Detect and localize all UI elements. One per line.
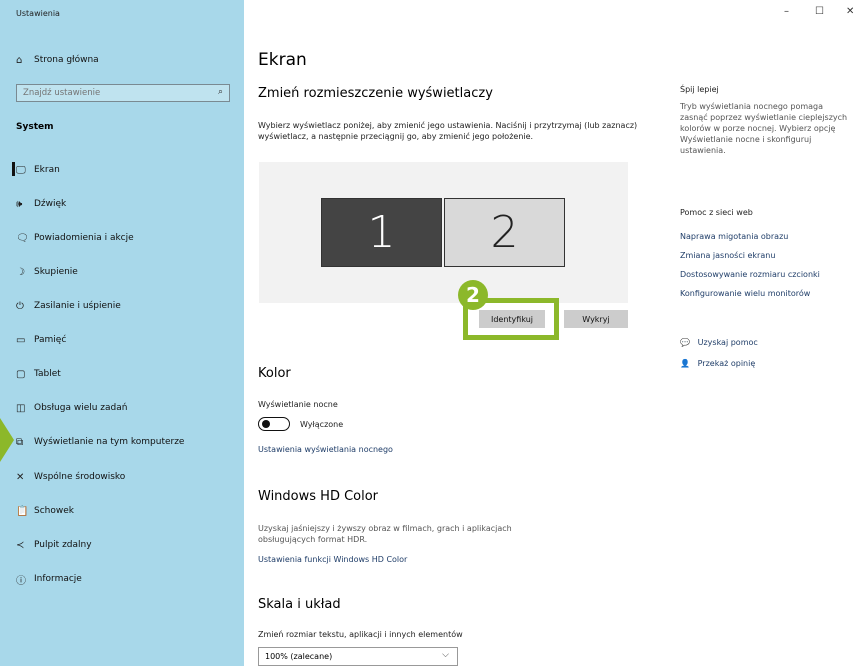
clipboard-icon: 📋	[16, 505, 29, 517]
sidebar-item-info[interactable]: ⓘ Informacje	[16, 571, 82, 587]
home-label: Strona główna	[34, 55, 99, 65]
hdr-description: Uzyskaj jaśniejszy i żywszy obraz w film…	[258, 524, 512, 544]
scale-heading: Skala i układ	[258, 597, 341, 612]
storage-icon: ▭	[16, 334, 26, 346]
help-link-brightness[interactable]: Zmiana jasności ekranu	[680, 251, 775, 260]
sidebar-item-label: Wyświetlanie na tym komputerze	[34, 437, 185, 447]
app-title: Ustawienia	[16, 9, 60, 18]
night-light-state: Wyłączone	[300, 420, 344, 429]
sidebar-item-dzwiek[interactable]: 🕪 Dźwięk	[16, 196, 66, 212]
scale-label: Zmień rozmiar tekstu, aplikacji i innych…	[258, 630, 463, 639]
help-link-flicker[interactable]: Naprawa migotania obrazu	[680, 232, 788, 241]
maximize-button[interactable]: ☐	[815, 6, 824, 17]
search-input[interactable]	[23, 88, 203, 98]
color-heading: Kolor	[258, 366, 291, 381]
sidebar-item-label: Wspólne środowisko	[34, 472, 126, 482]
arrange-heading: Zmień rozmieszczenie wyświetlaczy	[258, 86, 493, 101]
sidebar-item-label: Powiadomienia i akcje	[34, 233, 134, 243]
feedback-row[interactable]: 👤 Przekaż opinię	[680, 358, 755, 369]
sidebar-item-label: Informacje	[34, 574, 82, 584]
multitasking-icon: ◫	[16, 402, 26, 414]
night-light-settings-link[interactable]: Ustawienia wyświetlania nocnego	[258, 445, 393, 454]
night-light-label: Wyświetlanie nocne	[258, 400, 338, 409]
help-link-font-size[interactable]: Dostosowywanie rozmiaru czcionki	[680, 270, 820, 279]
sidebar-item-label: Dźwięk	[34, 199, 67, 209]
hdr-heading: Windows HD Color	[258, 489, 379, 504]
sidebar-item-label: Pulpit zdalny	[34, 540, 92, 550]
feedback-icon: 👤	[680, 359, 690, 368]
help-link-monitors[interactable]: Konfigurowanie wielu monitorów	[680, 289, 810, 298]
hdr-settings-link[interactable]: Ustawienia funkcji Windows HD Color	[258, 555, 407, 564]
tablet-icon: ▢	[16, 368, 26, 380]
sidebar-item-shared[interactable]: ✕ Wspólne środowisko	[16, 469, 125, 485]
page-title: Ekran	[258, 50, 307, 70]
sidebar-item-remote[interactable]: ≺ Pulpit zdalny	[16, 537, 92, 553]
help-title: Pomoc z sieci web	[680, 208, 753, 217]
minimize-button[interactable]: –	[784, 6, 789, 17]
section-title: System	[16, 122, 54, 132]
arrange-description: Wybierz wyświetlacz poniżej, aby zmienić…	[258, 121, 638, 141]
scale-dropdown[interactable]: 100% (zalecane) ⌵	[258, 647, 458, 666]
sleep-description: Tryb wyświetlania nocnego pomaga zasnąć …	[680, 102, 848, 155]
home-icon: ⌂	[16, 54, 23, 66]
speaker-icon: 🕪	[16, 198, 23, 210]
sidebar-item-zasilanie[interactable]: ⏻ Zasilanie i uśpienie	[16, 298, 121, 314]
sidebar-item-multitasking[interactable]: ◫ Obsługa wielu zadań	[16, 400, 127, 416]
chevron-down-icon: ⌵	[442, 650, 449, 660]
sidebar-item-label: Ekran	[34, 165, 60, 175]
power-icon: ⏻	[16, 300, 24, 312]
step-badge: 2	[458, 280, 488, 310]
search-box[interactable]: ⌕	[16, 84, 230, 102]
shared-experience-icon: ✕	[16, 471, 25, 483]
sidebar-item-pamiec[interactable]: ▭ Pamięć	[16, 332, 66, 348]
get-help-row[interactable]: 💬 Uzyskaj pomoc	[680, 337, 758, 348]
moon-icon: ☽	[16, 266, 25, 278]
scale-value: 100% (zalecane)	[265, 652, 333, 661]
sleep-title: Śpij lepiej	[680, 85, 719, 94]
notification-icon: 🗨	[16, 232, 29, 244]
monitor-2[interactable]: 2	[444, 198, 565, 267]
sidebar-item-ekran[interactable]: 🖵 Ekran	[16, 162, 60, 178]
monitor-1[interactable]: 1	[321, 198, 442, 267]
detect-button[interactable]: Wykryj	[564, 310, 628, 328]
sidebar-item-label: Tablet	[34, 369, 61, 379]
night-light-toggle[interactable]	[258, 417, 290, 431]
sidebar-item-label: Pamięć	[34, 335, 67, 345]
remote-desktop-icon: ≺	[16, 539, 25, 551]
toggle-knob	[262, 420, 270, 428]
sidebar-home[interactable]: ⌂ Strona główna	[16, 52, 99, 68]
callout-arrow	[0, 418, 14, 462]
get-help-link[interactable]: Uzyskaj pomoc	[698, 338, 758, 347]
monitor-icon: 🖵	[16, 164, 26, 176]
sidebar-item-label: Skupienie	[34, 267, 78, 277]
active-indicator	[12, 162, 15, 176]
sidebar-item-label: Obsługa wielu zadań	[34, 403, 128, 413]
main-content: – ☐ ✕ Ekran Zmień rozmieszczenie wyświet…	[244, 0, 862, 666]
search-icon[interactable]: ⌕	[218, 87, 223, 97]
sidebar-item-skupienie[interactable]: ☽ Skupienie	[16, 264, 78, 280]
sidebar-item-tablet[interactable]: ▢ Tablet	[16, 366, 61, 382]
display-arrangement-area[interactable]: 1 2	[259, 162, 628, 303]
feedback-link[interactable]: Przekaż opinię	[698, 359, 756, 368]
sidebar-item-projecting[interactable]: ⧉ Wyświetlanie na tym komputerze	[16, 434, 184, 450]
sidebar-item-schowek[interactable]: 📋 Schowek	[16, 503, 74, 519]
sidebar: Ustawienia ⌂ Strona główna ⌕ System 🖵 Ek…	[0, 0, 244, 666]
sidebar-item-label: Schowek	[34, 506, 74, 516]
chat-icon: 💬	[680, 338, 690, 347]
project-icon: ⧉	[16, 436, 24, 448]
sidebar-item-label: Zasilanie i uśpienie	[34, 301, 121, 311]
info-icon: ⓘ	[16, 575, 26, 587]
sidebar-item-powiadomienia[interactable]: 🗨 Powiadomienia i akcje	[16, 230, 134, 246]
close-button[interactable]: ✕	[846, 6, 854, 17]
